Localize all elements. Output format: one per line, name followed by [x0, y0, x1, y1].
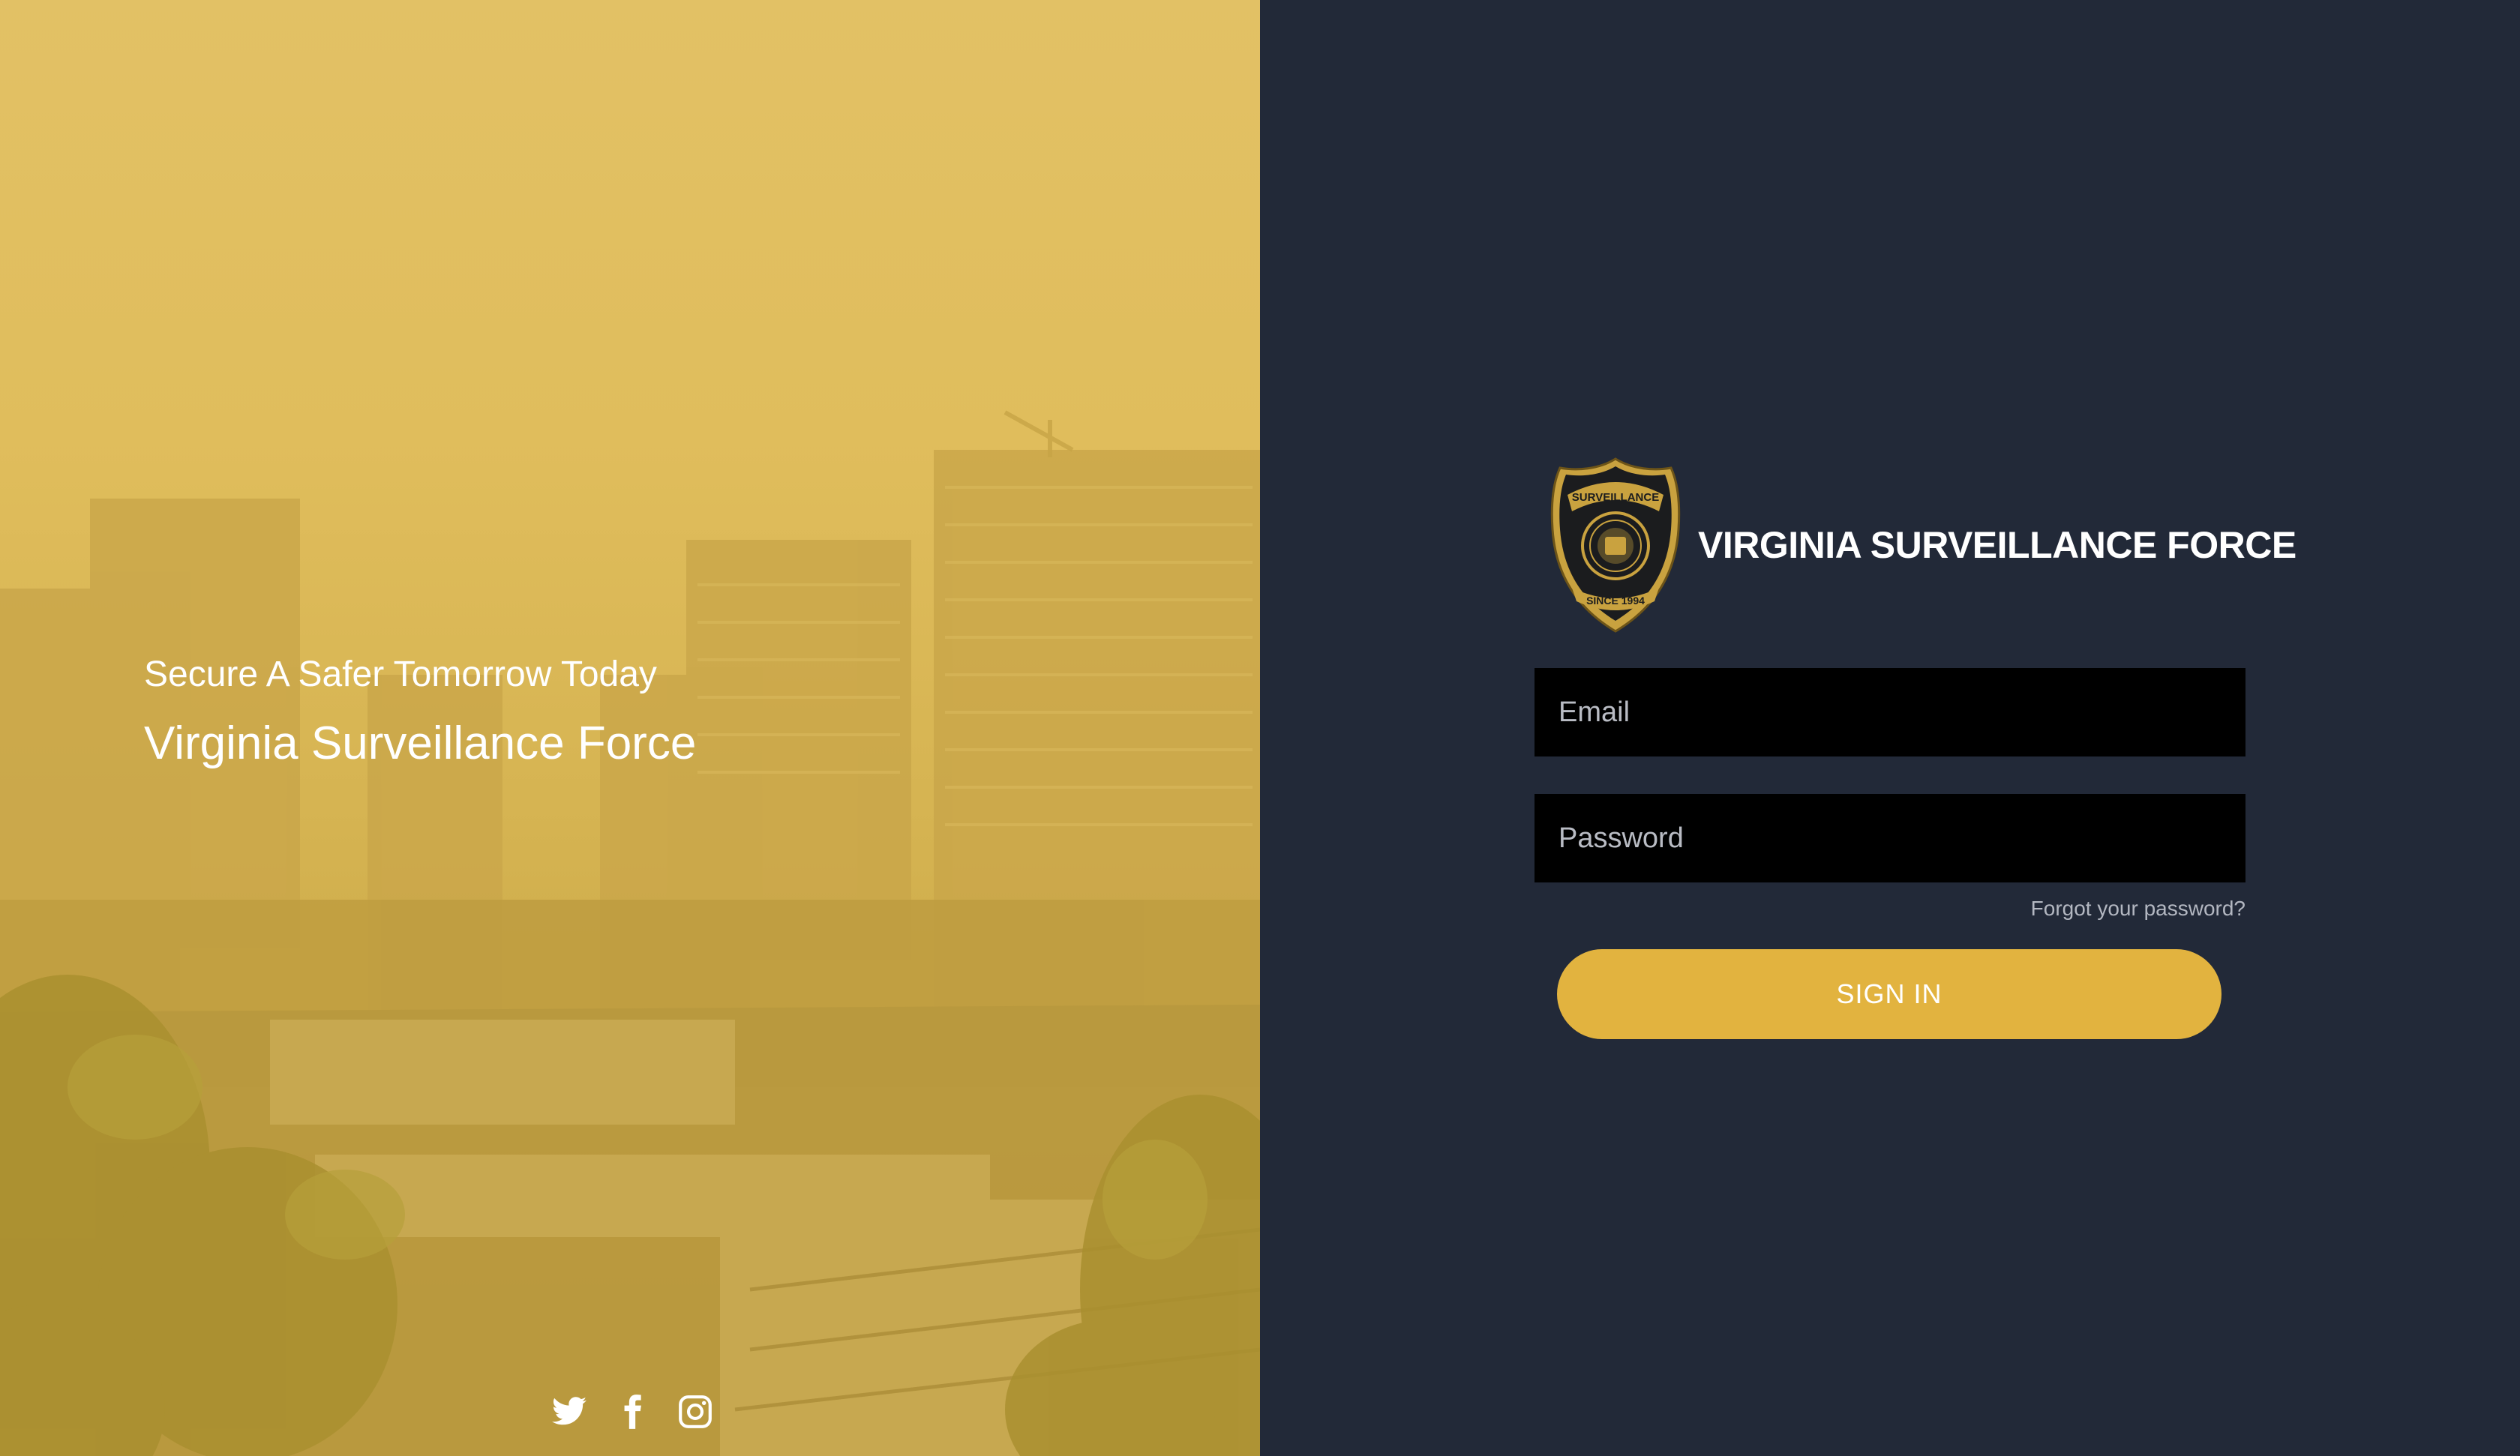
- social-links: [550, 1393, 714, 1431]
- brand-name: VIRGINIA SURVEILLANCE FORCE: [1698, 524, 2296, 566]
- badge-logo: SURVEILLANCE SINCE 1994: [1550, 457, 1681, 633]
- brand-header: SURVEILLANCE SINCE 1994 VIRGINIA SURVEIL…: [1550, 454, 2296, 636]
- email-field[interactable]: [1534, 668, 2246, 756]
- twitter-icon[interactable]: [550, 1393, 588, 1431]
- hero-title: Virginia Surveillance Force: [144, 718, 697, 769]
- hero-panel: Secure A Safer Tomorrow Today Virginia S…: [0, 0, 1260, 1456]
- badge-bottom-text: SINCE 1994: [1586, 595, 1645, 607]
- instagram-icon[interactable]: [676, 1393, 714, 1431]
- hero-text-block: Secure A Safer Tomorrow Today Virginia S…: [144, 652, 696, 771]
- forgot-password-link[interactable]: Forgot your password?: [2031, 897, 2246, 921]
- hero-tagline: Secure A Safer Tomorrow Today: [144, 655, 657, 694]
- login-page: Secure A Safer Tomorrow Today Virginia S…: [0, 0, 2520, 1456]
- password-field[interactable]: [1534, 794, 2246, 882]
- facebook-icon[interactable]: [614, 1393, 651, 1431]
- sign-in-button[interactable]: SIGN IN: [1557, 949, 2222, 1039]
- badge-top-text: SURVEILLANCE: [1572, 491, 1659, 504]
